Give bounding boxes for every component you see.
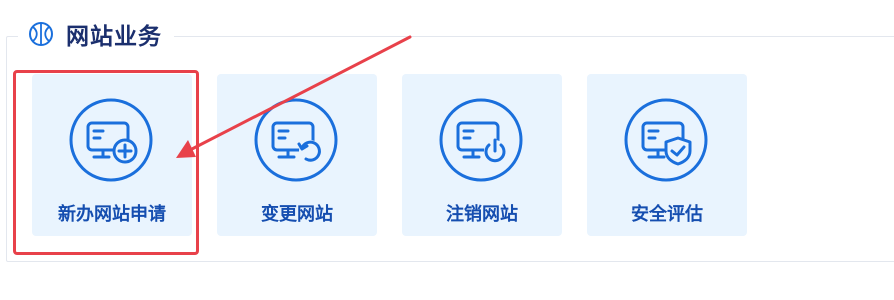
new-website-application-card[interactable]: 新办网站申请: [32, 74, 192, 236]
page: 网站业务 新办网站申请 变更网站 注销网站 安全评估: [0, 0, 894, 300]
monitor-refresh-icon: [254, 98, 338, 182]
monitor-shield-icon: [624, 98, 708, 182]
cancel-website-card[interactable]: 注销网站: [402, 74, 562, 236]
card-label-new-website-application: 新办网站申请: [58, 204, 166, 225]
monitor-add-icon: [69, 98, 153, 182]
card-label-security-assessment: 安全评估: [631, 204, 703, 225]
change-website-card[interactable]: 变更网站: [217, 74, 377, 236]
card-label-cancel-website: 注销网站: [446, 204, 518, 225]
card-label-change-website: 变更网站: [261, 204, 333, 225]
security-assessment-card[interactable]: 安全评估: [587, 74, 747, 236]
service-cards: 新办网站申请 变更网站 注销网站 安全评估: [0, 0, 894, 300]
monitor-power-icon: [439, 98, 523, 182]
